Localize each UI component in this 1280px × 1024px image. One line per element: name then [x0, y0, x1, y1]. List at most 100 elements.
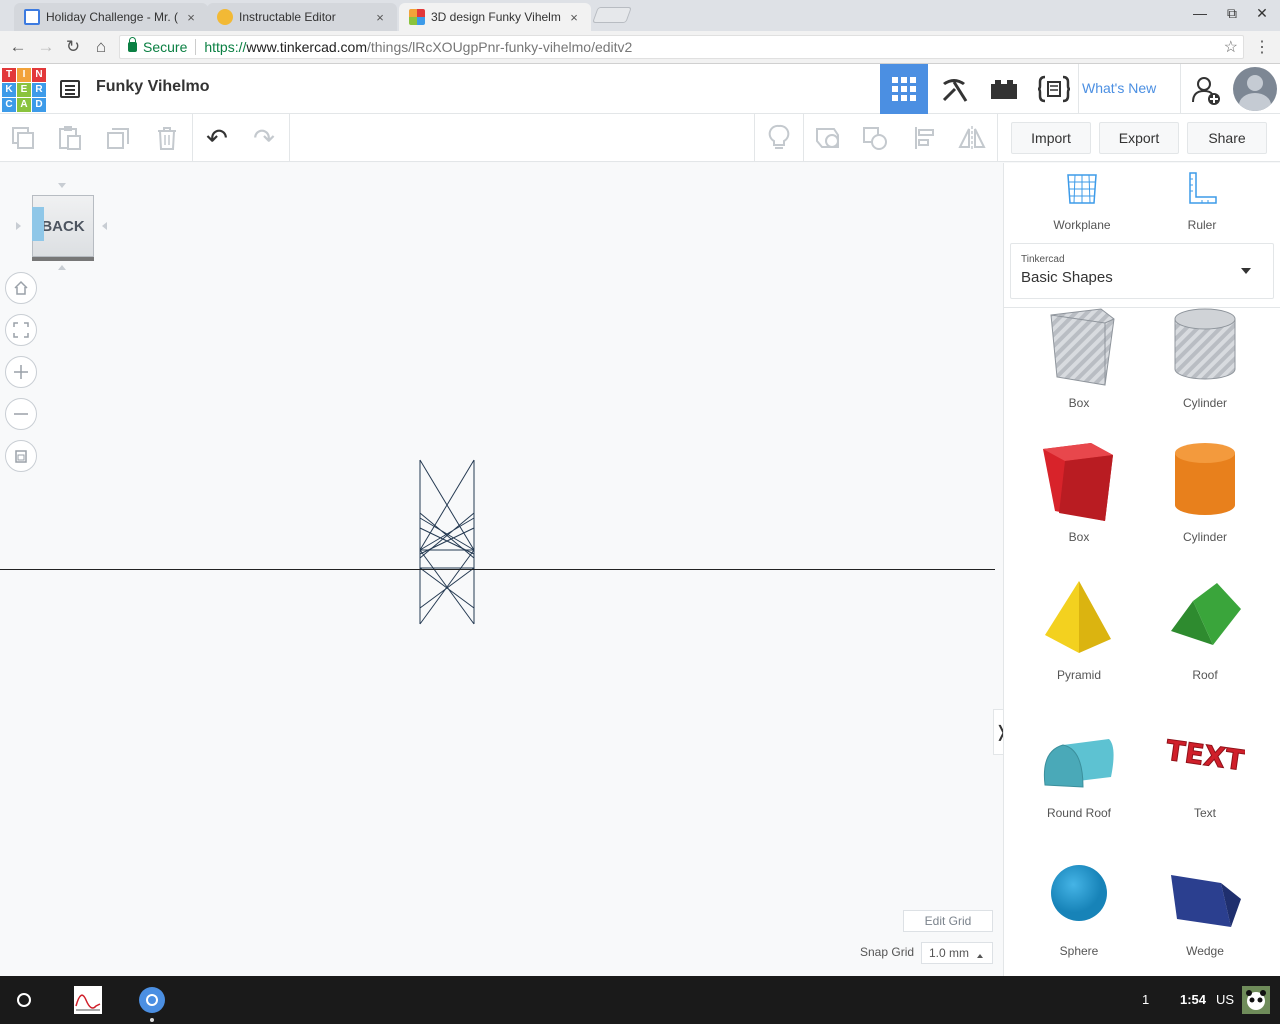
brick-icon	[991, 80, 1017, 99]
group-shapes-icon	[816, 128, 839, 148]
browser-tab-instructable-editor[interactable]: Instructable Editor ×	[207, 3, 397, 31]
import-button[interactable]: Import	[1011, 122, 1091, 154]
blocks-pickaxe-button[interactable]	[930, 64, 978, 114]
home-icon[interactable]: ⌂	[91, 37, 111, 57]
design-name[interactable]: Funky Vihelmo	[96, 78, 210, 96]
viewcube-left-arrow-icon[interactable]	[16, 222, 25, 230]
share-button[interactable]: Share	[1187, 122, 1267, 154]
browser-menu-icon[interactable]: ⋮	[1254, 37, 1270, 57]
viewcube-up-arrow-icon[interactable]	[58, 183, 66, 192]
browser-tab-holiday-challenge[interactable]: Holiday Challenge - Mr. ( ×	[14, 3, 208, 31]
launcher-icon[interactable]	[17, 993, 31, 1007]
mirror-button[interactable]	[949, 114, 995, 162]
browser-tab-3d-design[interactable]: 3D design Funky Vihelm ×	[399, 3, 591, 31]
view-cube[interactable]: BACK	[32, 195, 94, 261]
fit-view-button[interactable]	[5, 314, 37, 346]
shape-label: Sphere	[1059, 944, 1099, 958]
shape-wedge[interactable]: Wedge	[1150, 855, 1260, 958]
minimize-window-icon[interactable]: —	[1190, 5, 1210, 21]
pickaxe-icon	[942, 79, 968, 102]
forward-arrow-icon[interactable]: →	[36, 37, 56, 57]
library-name: Basic Shapes	[1021, 269, 1113, 286]
whats-new-link[interactable]: What's New	[1082, 80, 1156, 96]
wireframe-object[interactable]	[416, 458, 480, 626]
3d-view-grid-button[interactable]	[880, 64, 928, 114]
shape-sphere[interactable]: Sphere	[1024, 855, 1134, 958]
paste-button[interactable]	[47, 114, 93, 162]
snap-grid-select[interactable]: 1.0 mm	[921, 942, 993, 964]
shape-pyramid[interactable]: Pyramid	[1024, 579, 1134, 682]
home-view-button[interactable]	[5, 272, 37, 304]
shapes-panel: Workplane Ruler Tinkercad Basic Shapes B…	[1003, 163, 1280, 976]
shape-roof[interactable]: Roof	[1150, 579, 1260, 682]
header-divider	[1078, 64, 1079, 114]
zoom-out-button[interactable]	[5, 398, 37, 430]
close-tab-icon[interactable]: ×	[567, 10, 581, 25]
user-panda-avatar-icon[interactable]	[1242, 986, 1270, 1014]
shape-library-select[interactable]: Tinkercad Basic Shapes	[1010, 243, 1274, 299]
notes-button[interactable]	[756, 114, 802, 162]
bookmark-star-icon[interactable]: ☆	[1224, 37, 1238, 59]
shape-cylinder-hole[interactable]: Cylinder	[1150, 307, 1260, 410]
edit-toolbar: ↶ ↷ Import Export Share	[0, 114, 1280, 162]
tinkercad-favicon-icon	[409, 9, 425, 25]
lightbulb-icon	[768, 124, 790, 149]
delete-button[interactable]	[144, 114, 190, 162]
edit-grid-button[interactable]: Edit Grid	[903, 910, 993, 932]
graph-app-icon[interactable]	[74, 986, 102, 1014]
viewcube-down-arrow-icon[interactable]	[58, 261, 66, 270]
toolbar-divider	[289, 114, 290, 162]
close-tab-icon[interactable]: ×	[373, 10, 387, 25]
chrome-icon[interactable]	[138, 986, 166, 1014]
shape-text[interactable]: TEXT Text	[1150, 717, 1260, 820]
duplicate-button[interactable]	[96, 114, 142, 162]
minus-icon	[14, 413, 28, 415]
workplane-canvas[interactable]: BACK ❭ Edit Grid Snap Grid 1.0 mm	[0, 163, 1010, 976]
shape-label: Box	[1068, 530, 1090, 544]
shape-label: Roof	[1192, 668, 1218, 682]
page-indicator: 1	[1142, 992, 1150, 1007]
shape-label: Text	[1193, 806, 1216, 820]
export-button[interactable]: Export	[1099, 122, 1179, 154]
tinkercad-logo[interactable]: TIN KER CAD	[2, 68, 46, 112]
shape-round-roof[interactable]: Round Roof	[1024, 717, 1134, 820]
url-path: /things/lRcXOUgpPnr-funky-vihelmo/editv2	[366, 39, 633, 55]
trash-icon	[158, 127, 176, 150]
group-button[interactable]	[805, 114, 851, 162]
maximize-window-icon[interactable]: ⧉	[1222, 5, 1242, 22]
align-button[interactable]	[902, 114, 948, 162]
ruler-tool[interactable]: Ruler	[1152, 171, 1252, 232]
shape-label: Wedge	[1186, 944, 1224, 958]
copy-button[interactable]	[0, 114, 46, 162]
logo-letter: K	[2, 83, 16, 97]
reload-icon[interactable]: ↻	[63, 37, 83, 57]
user-avatar[interactable]	[1233, 67, 1277, 111]
shape-label: Box	[1068, 396, 1090, 410]
zoom-in-button[interactable]	[5, 356, 37, 388]
codeblocks-button[interactable]	[1030, 64, 1078, 114]
viewcube-right-arrow-icon[interactable]	[98, 222, 107, 230]
address-bar[interactable]: Secure https:// www.tinkercad.com /thing…	[119, 35, 1244, 59]
shape-box-hole[interactable]: Box	[1024, 307, 1134, 410]
back-arrow-icon[interactable]: ←	[8, 37, 28, 57]
logo-letter: C	[2, 98, 16, 112]
bricks-button[interactable]	[980, 64, 1028, 114]
workplane-tool[interactable]: Workplane	[1032, 171, 1132, 232]
grid-icon	[892, 77, 916, 101]
close-tab-icon[interactable]: ×	[184, 10, 198, 25]
perspective-button[interactable]	[5, 440, 37, 472]
close-window-icon[interactable]: ✕	[1252, 5, 1272, 22]
clock[interactable]: 1:54	[1180, 992, 1206, 1007]
undo-button[interactable]: ↶	[194, 114, 240, 162]
add-user-icon[interactable]	[1190, 74, 1222, 106]
dropdown-caret-icon	[1241, 268, 1251, 279]
logo-letter: A	[17, 98, 31, 112]
url-scheme: https://	[204, 39, 247, 55]
new-tab-button[interactable]	[592, 7, 632, 23]
design-list-icon[interactable]	[60, 80, 80, 98]
ungroup-button[interactable]	[852, 114, 898, 162]
shape-box[interactable]: Box	[1024, 441, 1134, 544]
redo-button[interactable]: ↷	[241, 114, 287, 162]
input-locale[interactable]: US	[1216, 992, 1234, 1007]
shape-cylinder[interactable]: Cylinder	[1150, 441, 1260, 544]
